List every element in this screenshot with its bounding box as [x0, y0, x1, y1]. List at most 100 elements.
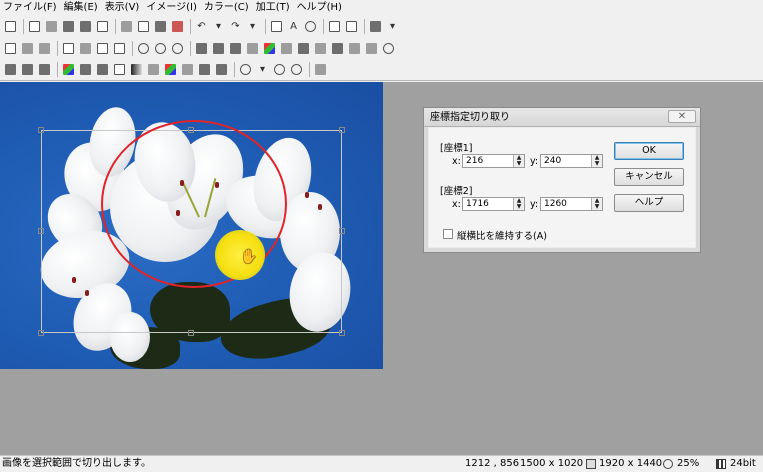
effect-icon[interactable] [146, 62, 161, 77]
blur-icon[interactable] [20, 62, 35, 77]
image-canvas[interactable]: ✋ [0, 82, 383, 369]
menu-color[interactable]: カラー(C) [201, 0, 253, 15]
redo-icon[interactable]: ↷ [228, 19, 243, 34]
cancel-button[interactable]: キャンセル [614, 168, 684, 186]
save-icon[interactable] [61, 19, 76, 34]
resize-icon[interactable] [95, 41, 110, 56]
color-wheel-icon[interactable] [163, 62, 178, 77]
selection-handle[interactable] [38, 127, 44, 133]
sepia-icon[interactable] [313, 41, 328, 56]
fit-window-icon[interactable] [269, 19, 284, 34]
menu-file[interactable]: ファイル(F) [0, 0, 61, 15]
tag-icon[interactable] [170, 19, 185, 34]
toolbar-separator [309, 62, 310, 77]
pen-icon[interactable] [347, 41, 362, 56]
text-icon[interactable]: A [286, 19, 301, 34]
print-icon[interactable] [78, 19, 93, 34]
panel-icon[interactable] [368, 19, 383, 34]
x1-value: 216 [466, 156, 484, 166]
zoom-dropdown-icon[interactable]: ▾ [255, 62, 270, 77]
rotate-icon[interactable] [136, 41, 151, 56]
hue-icon[interactable] [245, 41, 260, 56]
panel-dropdown-icon[interactable]: ▾ [385, 19, 400, 34]
toolbar-separator [364, 19, 365, 34]
new-file-icon[interactable] [27, 19, 42, 34]
keep-ratio-label[interactable]: 縦横比を維持する(A) [457, 228, 547, 242]
spin-arrows-icon[interactable]: ▲ ▼ [591, 155, 602, 167]
spin-arrows-icon[interactable]: ▲ ▼ [513, 198, 524, 210]
crop-icon[interactable] [61, 41, 76, 56]
rotate-right-icon[interactable] [170, 41, 185, 56]
color-count-icon[interactable] [197, 62, 212, 77]
brightness-icon[interactable] [194, 41, 209, 56]
palette-icon[interactable] [180, 62, 195, 77]
selection-handle[interactable] [339, 228, 345, 234]
globe-icon[interactable] [303, 19, 318, 34]
help-button[interactable]: ヘルプ [614, 194, 684, 212]
level-icon[interactable] [279, 41, 294, 56]
sharpen-icon[interactable] [3, 62, 18, 77]
y2-input[interactable]: 1260 ▲ ▼ [540, 197, 603, 211]
ok-button[interactable]: OK [614, 142, 684, 160]
flip-horizontal-icon[interactable] [37, 41, 52, 56]
menu-view[interactable]: 表示(V) [102, 0, 144, 15]
copy-icon[interactable] [136, 19, 151, 34]
grayscale-icon[interactable] [296, 41, 311, 56]
spin-arrows-icon[interactable]: ▲ ▼ [513, 155, 524, 167]
y1-input[interactable]: 240 ▲ ▼ [540, 154, 603, 168]
x1-input[interactable]: 216 ▲ ▼ [462, 154, 525, 168]
negative-icon[interactable] [330, 41, 345, 56]
image-size-icon [586, 459, 596, 469]
fill-icon[interactable] [364, 41, 379, 56]
y1-value: 240 [544, 156, 562, 166]
zoom-icon[interactable] [238, 62, 253, 77]
shadow-icon[interactable] [95, 62, 110, 77]
paste-icon[interactable] [153, 19, 168, 34]
grid-view-icon[interactable] [327, 19, 342, 34]
menu-help[interactable]: ヘルプ(H) [294, 0, 346, 15]
eyedropper-icon[interactable] [313, 62, 328, 77]
close-icon[interactable]: ✕ [668, 110, 696, 123]
print-preview-icon[interactable] [95, 19, 110, 34]
toolbar-separator [57, 62, 58, 77]
y2-value: 1260 [544, 199, 567, 209]
selection-handle[interactable] [38, 228, 44, 234]
zoom-in-icon[interactable] [272, 62, 287, 77]
gradient-icon[interactable] [129, 62, 144, 77]
color-balance-icon[interactable] [262, 41, 277, 56]
emboss-icon[interactable] [37, 62, 52, 77]
spin-arrows-icon[interactable]: ▲ ▼ [591, 198, 602, 210]
selection-handle[interactable] [339, 330, 345, 336]
spiral-icon[interactable] [381, 41, 396, 56]
undo-dropdown-icon[interactable]: ▾ [211, 19, 226, 34]
selection-handle[interactable] [188, 330, 194, 336]
mosaic-icon[interactable] [61, 62, 76, 77]
keep-ratio-checkbox[interactable] [443, 229, 453, 239]
border-icon[interactable] [112, 62, 127, 77]
selection-handle[interactable] [38, 330, 44, 336]
undo-icon[interactable]: ↶ [194, 19, 209, 34]
status-bar: 画像を選択範囲で切り出します。 1212 , 856 1500 x 1020 1… [0, 455, 763, 472]
bit-depth-icon[interactable] [214, 62, 229, 77]
capture-icon[interactable] [3, 19, 18, 34]
rotate-left-icon[interactable] [153, 41, 168, 56]
split-view-icon[interactable] [344, 19, 359, 34]
toolbar-effects: ▾ [0, 59, 763, 80]
contrast-icon[interactable] [211, 41, 226, 56]
frame-icon[interactable] [78, 62, 93, 77]
toolbar-edit [0, 38, 763, 59]
trim-icon[interactable] [78, 41, 93, 56]
gamma-icon[interactable] [228, 41, 243, 56]
canvas-size-icon[interactable] [112, 41, 127, 56]
selection-handle[interactable] [339, 127, 345, 133]
menu-image[interactable]: イメージ(I) [143, 0, 201, 15]
menu-process[interactable]: 加工(T) [253, 0, 294, 15]
menu-edit[interactable]: 編集(E) [61, 0, 102, 15]
grid-tool-icon[interactable] [20, 41, 35, 56]
zoom-out-icon[interactable] [289, 62, 304, 77]
cut-icon[interactable] [119, 19, 134, 34]
open-folder-icon[interactable] [44, 19, 59, 34]
select-tool-icon[interactable] [3, 41, 18, 56]
redo-dropdown-icon[interactable]: ▾ [245, 19, 260, 34]
x2-input[interactable]: 1716 ▲ ▼ [462, 197, 525, 211]
